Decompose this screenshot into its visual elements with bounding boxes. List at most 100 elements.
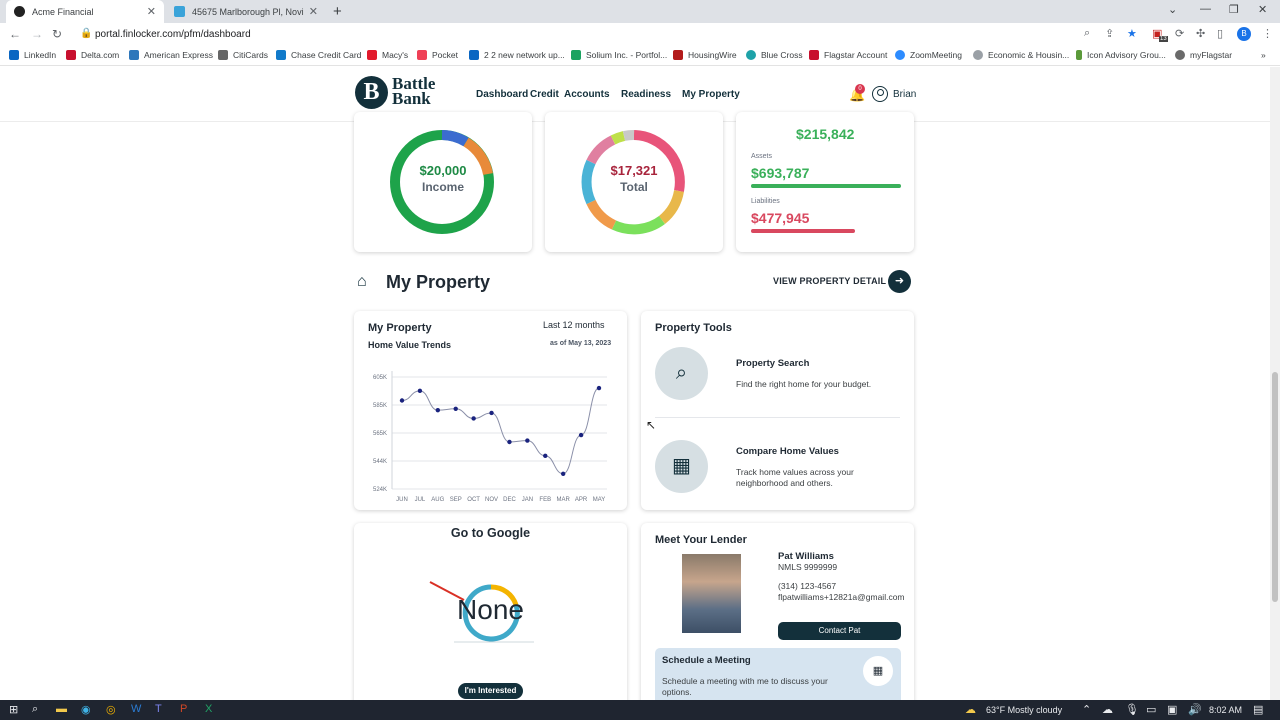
home-value-point[interactable] [596,385,602,391]
bookmark-item[interactable]: Chase Credit Card [276,50,361,60]
clock-time[interactable]: 8:02 AM [1209,705,1242,715]
im-interested-button[interactable]: I'm Interested [458,683,523,699]
user-name[interactable]: Brian [893,89,916,100]
bluecross-icon [746,50,756,60]
weather-text[interactable]: 63°F Mostly cloudy [986,705,1062,715]
bookmark-item[interactable]: Pocket [417,50,458,60]
page-scrollbar[interactable] [1270,67,1280,700]
reload-icon[interactable]: ↻ [52,27,62,41]
home-value-point[interactable] [435,407,441,413]
nav-accounts[interactable]: Accounts [564,89,610,100]
arrow-right-icon[interactable]: ➜ [888,270,911,293]
extension-refresh-icon[interactable]: ⟳ [1175,27,1184,40]
bookmark-item[interactable]: Macy's [367,50,408,60]
profile-avatar[interactable]: B [1237,27,1251,41]
lender-email[interactable]: flpatwilliams+12821a@gmail.com [778,592,906,603]
home-value-point[interactable] [525,438,530,443]
home-value-point[interactable] [560,471,566,476]
search-icon[interactable]: ⌕ [32,703,38,716]
tab-acme-financial[interactable]: Acme Financial ✕ [6,0,164,23]
net-worth-value: $215,842 [796,126,855,142]
bank-logo-text[interactable]: Battle Bank [392,75,442,107]
bookmarks-overflow-icon[interactable]: » [1261,50,1266,60]
extensions-puzzle-icon[interactable]: ✣ [1196,27,1205,40]
powerpoint-icon[interactable]: P [180,703,187,715]
tray-chevron-icon[interactable]: ⌃ [1082,703,1091,716]
assets-value: $693,787 [751,165,810,181]
chrome-icon[interactable]: ◎ [106,703,116,716]
bookmark-item[interactable]: Icon Advisory Grou... [1076,50,1166,60]
bookmark-star-icon[interactable]: ★ [1127,27,1137,40]
bank-logo-mark[interactable]: B [355,76,388,109]
home-value-point[interactable] [578,432,584,438]
side-panel-icon[interactable]: ▯ [1217,27,1223,40]
property-search-title[interactable]: Property Search [736,358,809,369]
lender-photo [682,554,741,633]
teams-icon[interactable]: T [155,703,162,715]
bookmark-item[interactable]: Solium Inc. - Portfol... [571,50,667,60]
zoom-icon[interactable]: ⌕ [1084,27,1090,40]
tab-property-listing[interactable]: 45675 Marlborough Pl, Novi MI · ✕ [166,0,326,23]
notifications-icon[interactable]: ▤ [1253,703,1263,716]
delta-icon [66,50,76,60]
nav-my-property[interactable]: My Property [682,89,740,100]
network-icon[interactable]: ▣ [1167,703,1177,716]
compare-values-title[interactable]: Compare Home Values [736,446,839,457]
close-tab-icon[interactable]: ✕ [309,5,318,18]
word-icon[interactable]: W [131,703,141,715]
share-icon[interactable]: ⇪ [1105,27,1114,40]
lender-phone[interactable]: (314) 123-4567 [778,581,836,591]
y-tick-label: 605K [373,375,387,381]
bookmark-item[interactable]: Delta.com [66,50,119,60]
calendar-icon[interactable]: ▦ [863,656,893,686]
scrollbar-thumb[interactable] [1272,372,1278,602]
nav-credit[interactable]: Credit [530,89,559,100]
new-tab-button[interactable]: + [333,3,342,20]
home-value-point[interactable] [489,410,494,416]
file-explorer-icon[interactable]: ▬ [56,703,67,715]
bookmark-item[interactable]: American Express [129,50,213,60]
microphone-icon[interactable]: 🎙 [1125,703,1139,716]
nav-readiness[interactable]: Readiness [621,89,671,100]
edge-icon[interactable]: ◉ [81,703,91,716]
close-tab-icon[interactable]: ✕ [147,5,156,18]
home-value-point[interactable] [453,406,458,412]
bookmark-item[interactable]: HousingWire [673,50,737,60]
forward-icon[interactable]: → [31,27,43,41]
url-field[interactable]: portal.finlocker.com/pfm/dashboard [95,29,251,40]
volume-icon[interactable]: 🔊 [1188,703,1202,716]
user-account-icon[interactable] [872,86,888,102]
bookmark-item[interactable]: LinkedIn [9,50,56,60]
bookmark-item[interactable]: CitiCards [218,50,268,60]
home-value-point[interactable] [471,416,476,421]
restore-window-icon[interactable]: ❐ [1229,3,1239,16]
bookmark-item[interactable]: Blue Cross [746,50,803,60]
home-value-point[interactable] [543,453,548,459]
schedule-meeting-panel[interactable]: Schedule a Meeting Schedule a meeting wi… [655,648,901,708]
back-icon[interactable]: ← [9,27,21,41]
property-search-icon[interactable]: ⌕ [655,347,708,400]
x-tick-label: FEB [539,497,551,503]
bookmark-item[interactable]: myFlagstar [1175,50,1232,60]
home-value-point[interactable] [507,439,512,445]
excel-icon[interactable]: X [205,703,212,715]
bookmark-item[interactable]: Economic & Housin... [973,50,1069,60]
minimize-window-icon[interactable]: — [1200,3,1211,15]
tab-search-icon[interactable]: ⌄ [1168,3,1177,16]
nav-dashboard[interactable]: Dashboard [476,89,528,100]
view-property-detail-link[interactable]: VIEW PROPERTY DETAIL [773,276,886,286]
windows-start-icon[interactable]: ⊞ [9,703,18,716]
home-value-point[interactable] [399,398,405,403]
home-value-point[interactable] [417,388,423,394]
onedrive-icon[interactable]: ☁ [1102,703,1113,716]
weather-cloud-icon[interactable]: ☁ [965,703,976,716]
bookmark-item[interactable]: 2 2 new network up... [469,50,565,60]
menu-kebab-icon[interactable]: ⋮ [1262,27,1273,40]
battery-icon[interactable]: ▭ [1146,703,1156,716]
building-icon[interactable]: ▦ [655,440,708,493]
bookmark-item[interactable]: Flagstar Account [809,50,887,60]
bookmark-item[interactable]: ZoomMeeting [895,50,962,60]
lock-icon[interactable]: 🔒 [80,28,92,39]
close-window-icon[interactable]: ✕ [1258,3,1267,16]
contact-pat-button[interactable]: Contact Pat [778,622,901,640]
